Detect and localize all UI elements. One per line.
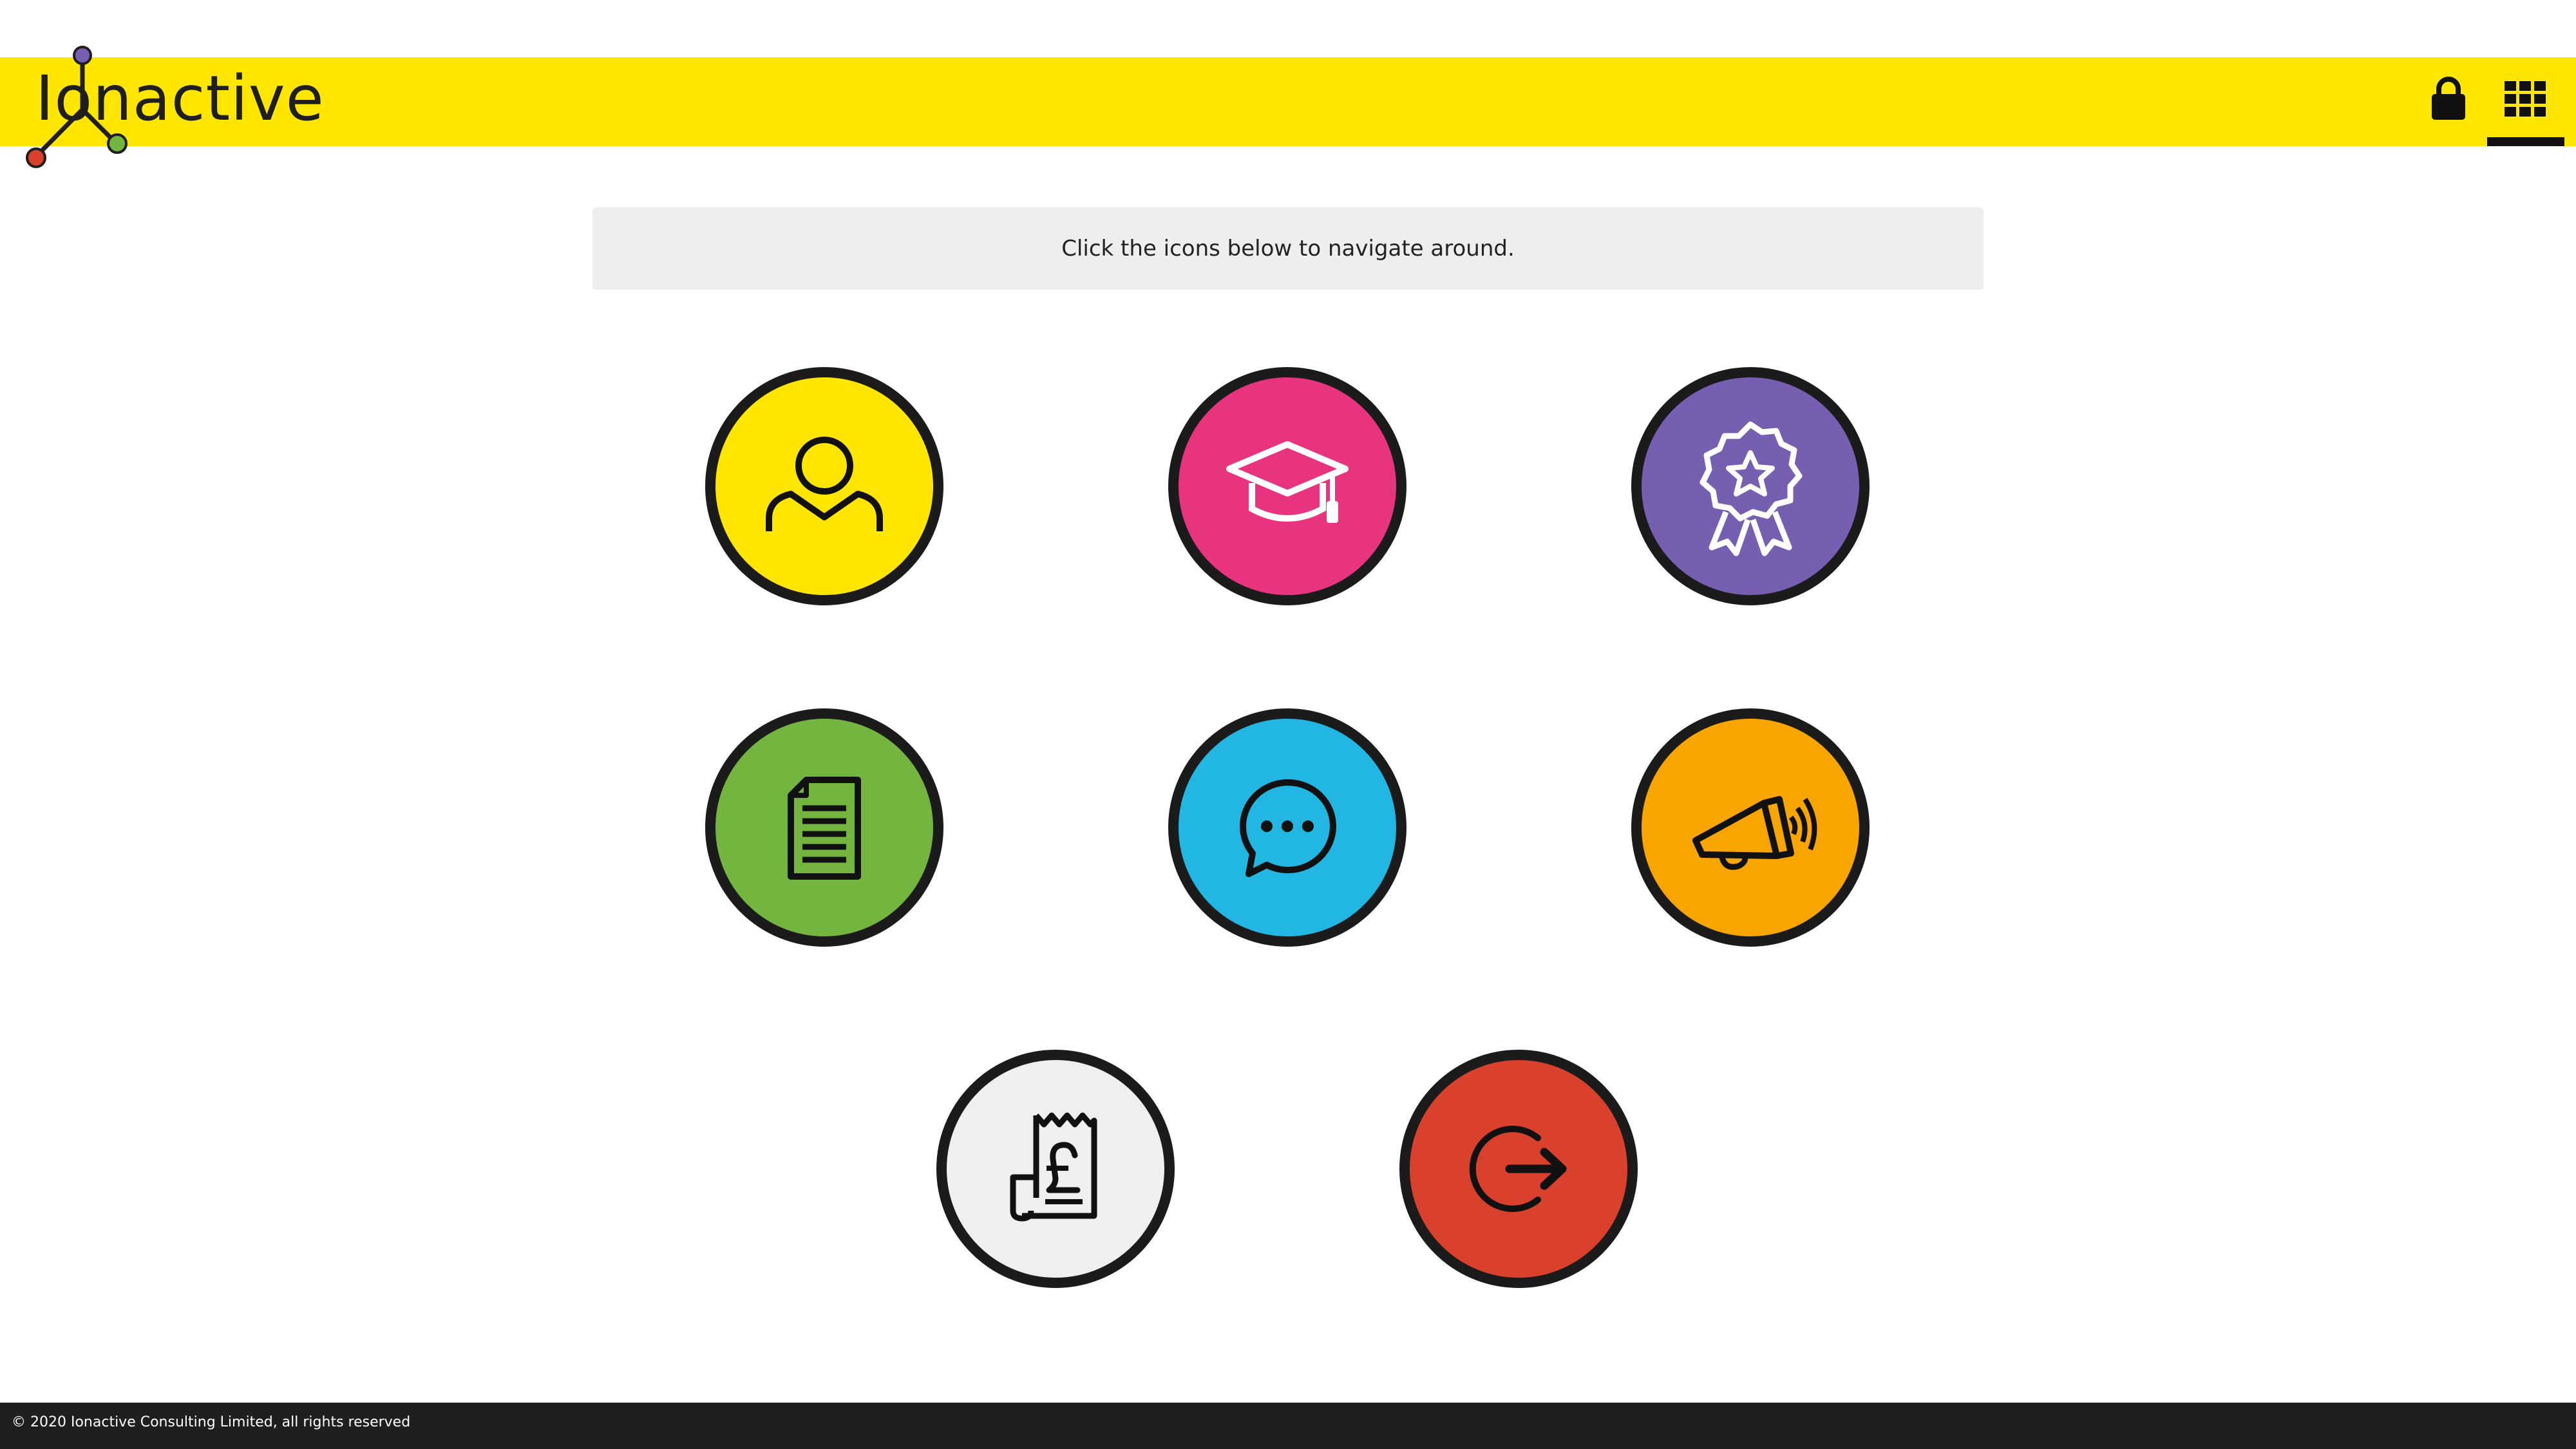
documents-tile-button[interactable]: [705, 708, 943, 947]
announcements-tile-button[interactable]: [1631, 708, 1870, 947]
logo-wordmark: Ionactive: [35, 62, 325, 135]
header-bar: [0, 57, 2576, 146]
logout-tile-button[interactable]: [1399, 1050, 1638, 1288]
copyright-text: © 2020 Ionactive Consulting Limited, all…: [12, 1414, 411, 1430]
profile-tile-button[interactable]: [705, 367, 943, 605]
grid-icon: [2505, 81, 2546, 117]
apps-menu-button[interactable]: [2487, 57, 2564, 146]
achievements-tile-button[interactable]: [1631, 367, 1870, 605]
instruction-text: Click the icons below to navigate around…: [1061, 236, 1515, 261]
page: Ionactive Click the icons below to navig…: [0, 0, 2576, 1449]
chat-bubble-icon: [1240, 779, 1336, 877]
document-icon: [788, 777, 861, 880]
lock-button[interactable]: [2430, 76, 2467, 121]
instruction-banner: Click the icons below to navigate around…: [592, 207, 1984, 290]
invoices-tile-button[interactable]: [936, 1050, 1175, 1288]
active-indicator: [2487, 137, 2564, 146]
logout-icon: [1469, 1126, 1567, 1212]
messages-tile-button[interactable]: [1168, 708, 1406, 947]
award-ribbon-icon: [1700, 421, 1803, 556]
user-icon: [766, 437, 883, 531]
graduation-cap-icon: [1226, 441, 1349, 523]
megaphone-icon: [1692, 796, 1817, 870]
footer-bar: © 2020 Ionactive Consulting Limited, all…: [0, 1403, 2576, 1449]
training-tile-button[interactable]: [1168, 367, 1406, 605]
lock-icon: [2432, 77, 2465, 120]
receipt-pound-icon: [1010, 1112, 1097, 1222]
